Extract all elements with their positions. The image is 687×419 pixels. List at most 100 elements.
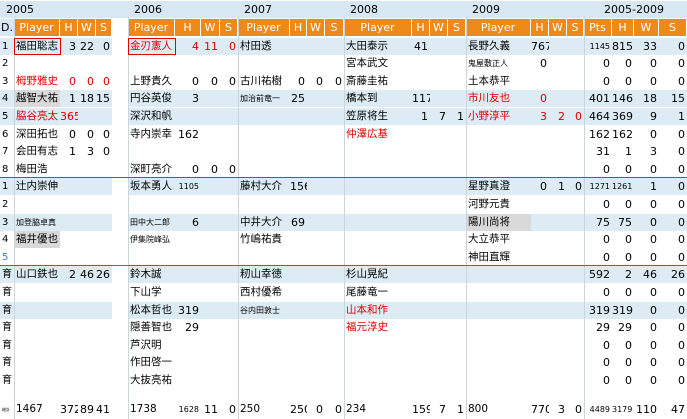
stat-cell: 1	[634, 178, 659, 196]
stat-cell: 365	[60, 108, 78, 125]
stat-cell	[325, 213, 344, 231]
stat-cell	[60, 213, 78, 231]
stat-cell: 29	[175, 319, 201, 337]
stat-cell	[78, 231, 96, 249]
column-header: S	[96, 19, 111, 36]
player-name-cell: 尾藤竜一	[344, 284, 412, 301]
player-name-cell: 坂本勇人	[128, 178, 175, 196]
stat-cell	[448, 125, 466, 143]
stat-cell	[567, 90, 584, 108]
column-header: Player	[466, 19, 530, 36]
stat-cell: 0	[659, 160, 687, 178]
player-name-cell: 福元淳史	[344, 319, 412, 337]
stat-cell: 0	[220, 401, 238, 418]
player-name-cell: 福井優也	[14, 231, 60, 249]
stat-cell: 6	[175, 213, 201, 231]
stat-cell: 15	[659, 90, 687, 108]
stat-cell: 4	[175, 37, 201, 55]
stat-cell: 3	[175, 90, 201, 108]
stat-cell	[549, 213, 567, 231]
player-name-cell	[466, 125, 531, 143]
player-name-cell: 芦沢明	[128, 336, 175, 354]
player-name-cell	[466, 143, 531, 161]
stat-cell	[201, 55, 220, 73]
stat-cell	[175, 108, 201, 125]
stat-cell	[549, 72, 567, 90]
stat-cell	[201, 213, 220, 231]
stat-cell	[290, 336, 307, 354]
stat-cell	[412, 231, 430, 249]
stat-cell	[567, 160, 584, 178]
stat-cell	[567, 72, 584, 90]
player-name-cell	[344, 213, 412, 231]
column-header: Player	[128, 19, 174, 36]
stat-cell: 0	[612, 372, 634, 389]
stat-cell	[307, 372, 325, 389]
player-name-cell	[344, 336, 412, 354]
stat-cell	[549, 37, 567, 55]
year-header: 2005	[0, 1, 128, 18]
stat-cell	[430, 284, 448, 301]
stat-cell	[175, 372, 201, 389]
stat-cell	[430, 266, 448, 284]
stat-cell: 1628	[175, 401, 201, 418]
stat-cell: 117	[412, 90, 430, 108]
stat-cell: 0	[612, 72, 634, 90]
stat-cell	[201, 108, 220, 125]
draft-round-label: 2	[0, 55, 14, 73]
stat-cell	[430, 213, 448, 231]
stat-cell	[430, 90, 448, 108]
stat-cell: 0	[325, 72, 344, 90]
stat-cell: 0	[325, 401, 344, 418]
column-divider	[584, 17, 585, 419]
stat-cell	[201, 372, 220, 389]
stat-cell	[307, 284, 325, 301]
player-name-cell: 谷内田敦士	[238, 301, 290, 319]
stat-cell: 0	[60, 72, 78, 90]
stat-cell	[175, 55, 201, 73]
stat-cell: 2	[60, 266, 78, 284]
stat-cell: 0	[612, 354, 634, 372]
stat-cell	[567, 319, 584, 337]
stat-cell	[220, 213, 238, 231]
stat-cell	[201, 301, 220, 319]
stat-cell	[430, 372, 448, 389]
draft-round-label: 5	[0, 108, 14, 125]
player-name-cell	[238, 354, 290, 372]
stat-cell	[448, 55, 466, 73]
player-name-cell: 杉山晃紀	[344, 266, 412, 284]
player-name-cell: 1738	[128, 401, 175, 418]
player-name-cell	[14, 301, 60, 319]
stat-cell	[567, 37, 584, 55]
stat-cell: 159	[412, 401, 430, 418]
column-header: S	[220, 19, 237, 36]
stat-cell: 0	[290, 72, 307, 90]
stat-cell	[412, 248, 430, 266]
draft-round-label: 3	[0, 72, 14, 90]
stat-cell	[325, 372, 344, 389]
stat-cell: 250	[290, 401, 307, 418]
stat-cell: 0	[659, 143, 687, 161]
stat-cell	[78, 336, 96, 354]
year-header: 2006	[128, 1, 238, 18]
stat-cell: 0	[659, 336, 687, 354]
column-header: H	[290, 19, 306, 36]
player-name-cell: 橋本到	[344, 90, 412, 108]
stat-cell	[307, 336, 325, 354]
stat-cell: 0	[584, 231, 612, 249]
stat-cell	[60, 319, 78, 337]
stat-cell: 0	[78, 125, 96, 143]
stat-cell: 0	[659, 213, 687, 231]
stat-cell	[430, 196, 448, 213]
stat-cell	[448, 301, 466, 319]
stat-cell	[220, 143, 238, 161]
stat-cell	[448, 196, 466, 213]
stat-cell: 7	[430, 108, 448, 125]
stat-cell: 0	[584, 55, 612, 73]
column-header-d: D.	[0, 19, 14, 36]
stat-cell: 0	[584, 196, 612, 213]
stat-cell	[531, 72, 549, 90]
stat-cell: 0	[531, 90, 549, 108]
stat-cell	[96, 248, 112, 266]
stat-cell	[220, 125, 238, 143]
